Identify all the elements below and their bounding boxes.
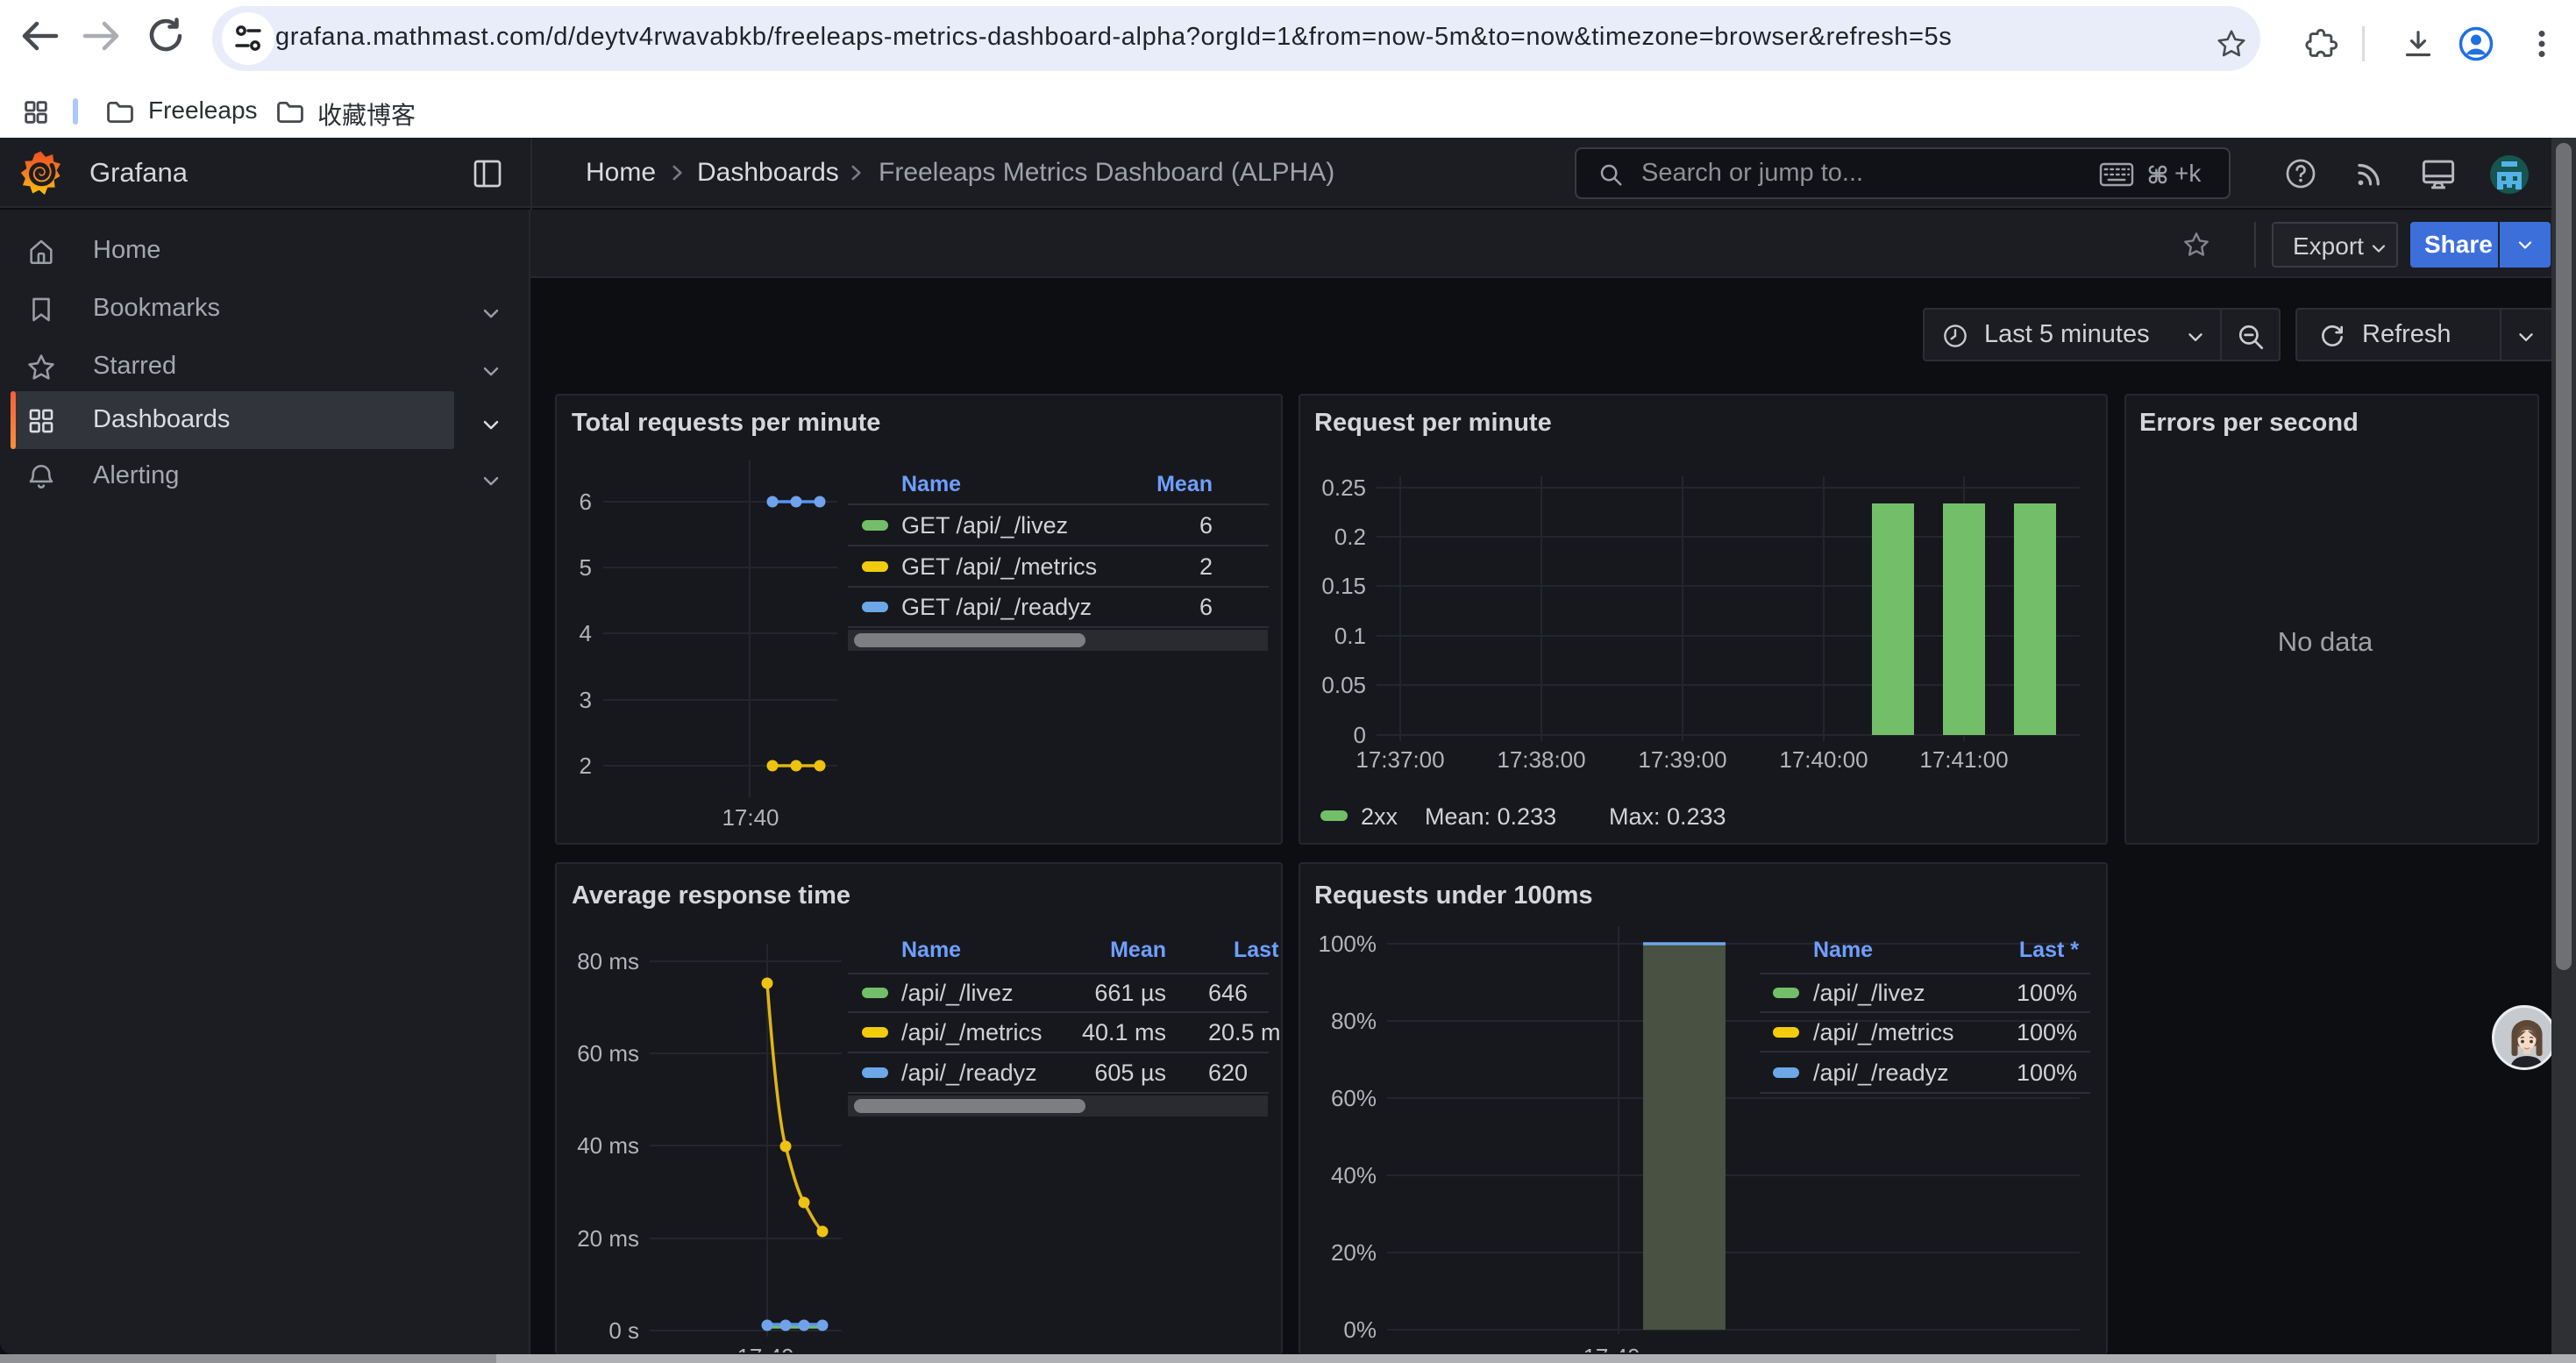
svg-text:6: 6 bbox=[1199, 512, 1213, 539]
svg-text:20 ms: 20 ms bbox=[577, 1225, 639, 1252]
svg-text:Average response time: Average response time bbox=[572, 881, 850, 910]
svg-text:/api/_/readyz: /api/_/readyz bbox=[901, 1060, 1037, 1086]
svg-text:0.15: 0.15 bbox=[1321, 573, 1366, 599]
svg-text:Name: Name bbox=[901, 472, 961, 496]
svg-text:GET /api/_/livez: GET /api/_/livez bbox=[901, 512, 1068, 539]
svg-text:3: 3 bbox=[580, 687, 592, 713]
svg-text:0.25: 0.25 bbox=[1321, 475, 1366, 501]
svg-text:80%: 80% bbox=[1331, 1008, 1377, 1034]
svg-text:GET /api/_/metrics: GET /api/_/metrics bbox=[901, 553, 1097, 580]
svg-text:100%: 100% bbox=[2017, 1060, 2077, 1086]
svg-text:100%: 100% bbox=[1319, 931, 1377, 957]
svg-text:17:39:00: 17:39:00 bbox=[1638, 746, 1726, 773]
svg-text:5: 5 bbox=[580, 554, 592, 581]
svg-text:6: 6 bbox=[580, 489, 592, 515]
svg-text:0.1: 0.1 bbox=[1334, 623, 1366, 649]
svg-text:17:40: 17:40 bbox=[737, 1344, 793, 1352]
svg-text:Request per minute: Request per minute bbox=[1314, 409, 1552, 437]
svg-text:2xx: 2xx bbox=[1361, 803, 1398, 830]
svg-text:6: 6 bbox=[1199, 594, 1213, 620]
svg-text:Max: 0.233: Max: 0.233 bbox=[1609, 803, 1726, 830]
svg-text:/api/_/livez: /api/_/livez bbox=[1813, 980, 1925, 1006]
svg-text:100%: 100% bbox=[2017, 1019, 2077, 1045]
svg-text:2: 2 bbox=[1199, 553, 1213, 580]
svg-text:/api/_/metrics: /api/_/metrics bbox=[1813, 1019, 1954, 1045]
svg-text:Mean: 0.233: Mean: 0.233 bbox=[1425, 803, 1556, 830]
svg-text:Last *: Last * bbox=[2019, 938, 2079, 962]
svg-text:80 ms: 80 ms bbox=[577, 948, 639, 974]
svg-text:20%: 20% bbox=[1331, 1239, 1377, 1266]
svg-text:0.05: 0.05 bbox=[1321, 672, 1366, 698]
svg-text:Name: Name bbox=[1813, 938, 1873, 962]
svg-text:17:38:00: 17:38:00 bbox=[1497, 746, 1585, 773]
svg-text:2: 2 bbox=[580, 753, 592, 779]
svg-text:No data: No data bbox=[2278, 626, 2373, 657]
svg-text:661 µs: 661 µs bbox=[1094, 980, 1166, 1006]
svg-text:/api/_/readyz: /api/_/readyz bbox=[1813, 1060, 1949, 1086]
svg-text:40.1 ms: 40.1 ms bbox=[1082, 1019, 1166, 1045]
svg-text:Mean: Mean bbox=[1156, 472, 1213, 496]
svg-text:4: 4 bbox=[580, 620, 592, 646]
svg-text:Mean: Mean bbox=[1110, 938, 1166, 962]
svg-text:605 µs: 605 µs bbox=[1094, 1060, 1166, 1086]
svg-text:Total requests per minute: Total requests per minute bbox=[572, 409, 880, 437]
svg-text:0: 0 bbox=[1354, 722, 1366, 748]
svg-text:Requests under 100ms: Requests under 100ms bbox=[1314, 881, 1593, 910]
svg-text:40%: 40% bbox=[1331, 1162, 1377, 1188]
svg-text:17:41:00: 17:41:00 bbox=[1919, 746, 2008, 773]
svg-text:GET /api/_/readyz: GET /api/_/readyz bbox=[901, 594, 1092, 620]
svg-text:60 ms: 60 ms bbox=[577, 1040, 639, 1067]
svg-text:Name: Name bbox=[901, 938, 961, 962]
svg-text:17:40: 17:40 bbox=[1583, 1344, 1640, 1352]
svg-text:17:37:00: 17:37:00 bbox=[1356, 746, 1444, 773]
svg-text:20.5 m: 20.5 m bbox=[1208, 1019, 1281, 1045]
svg-text:60%: 60% bbox=[1331, 1085, 1377, 1111]
svg-text:/api/_/metrics: /api/_/metrics bbox=[901, 1019, 1042, 1045]
svg-text:0.2: 0.2 bbox=[1334, 524, 1366, 550]
svg-text:17:40:00: 17:40:00 bbox=[1779, 746, 1868, 773]
svg-text:0%: 0% bbox=[1343, 1317, 1377, 1343]
svg-text:Errors per second: Errors per second bbox=[2139, 409, 2359, 437]
svg-text:Last *: Last * bbox=[1234, 938, 1281, 962]
svg-text:100%: 100% bbox=[2017, 980, 2077, 1006]
svg-text:646: 646 bbox=[1208, 980, 1248, 1006]
svg-text:0 s: 0 s bbox=[608, 1317, 639, 1344]
svg-text:/api/_/livez: /api/_/livez bbox=[901, 980, 1014, 1006]
svg-text:40 ms: 40 ms bbox=[577, 1132, 639, 1159]
svg-text:17:40: 17:40 bbox=[722, 804, 779, 831]
svg-text:620: 620 bbox=[1208, 1060, 1248, 1086]
